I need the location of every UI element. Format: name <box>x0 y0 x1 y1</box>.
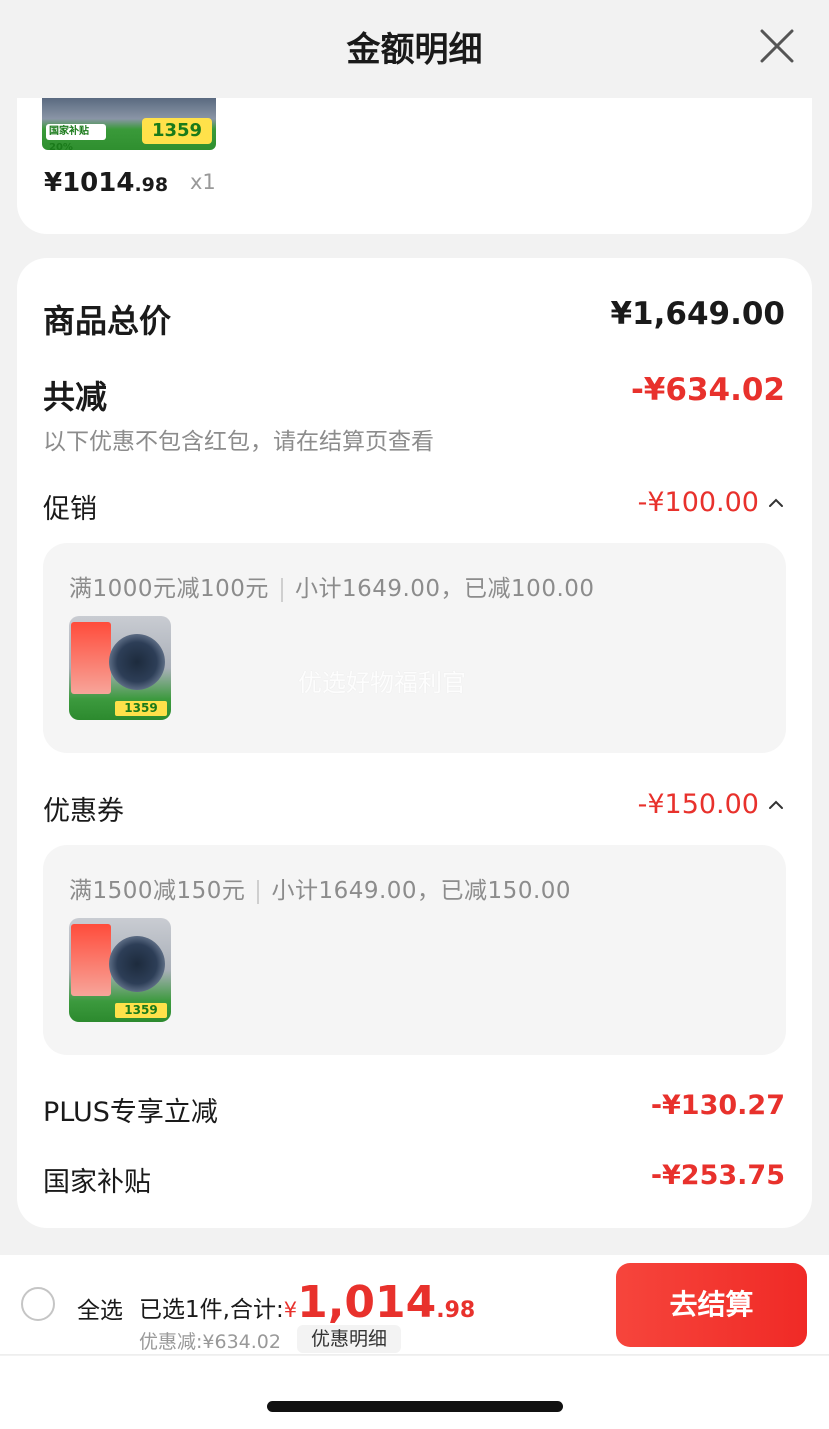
close-icon[interactable] <box>759 28 795 64</box>
coupon-rule: 满1500减150元 <box>69 878 246 904</box>
thumb-label: 国家补贴 20% <box>46 124 106 150</box>
coupon-amount: -¥150.00 <box>637 789 759 820</box>
product-price-decimal: .98 <box>134 174 169 196</box>
watermark: 优选好物福利官 <box>298 669 466 697</box>
divider <box>280 577 283 602</box>
coupon-product-image[interactable]: 1359 <box>69 918 171 1022</box>
total-summary: 已选1件,合计:¥1,014.98 <box>139 1277 475 1328</box>
product-quantity: x1 <box>190 170 216 194</box>
product-price-main: ¥1014 <box>44 168 135 198</box>
chevron-up-icon <box>767 798 785 812</box>
safe-area <box>0 1356 829 1429</box>
select-all-label[interactable]: 全选 <box>77 1291 123 1325</box>
promotion-product-image[interactable]: 1359 <box>69 616 171 720</box>
modal-title: 金额明细 <box>346 30 483 70</box>
reduce-amount: -¥634.02 <box>630 372 785 408</box>
coupon-detail: 小计1649.00，已减150.00 <box>271 878 572 904</box>
plus-label: PLUS专享立减 <box>43 1097 218 1128</box>
checkout-button[interactable]: 去结算 <box>616 1263 807 1347</box>
discount-text: 优惠减:¥634.02 <box>139 1331 281 1353</box>
promotion-toggle[interactable]: -¥100.00 <box>638 487 785 518</box>
promotion-amount: -¥100.00 <box>637 487 759 518</box>
coupon-rule-line: 满1500减150元 小计1649.00，已减150.00 <box>69 871 571 905</box>
thumb-price: 1359 <box>142 118 212 144</box>
divider <box>257 879 260 904</box>
image-decoration <box>71 622 111 694</box>
product-price: ¥1014.98 <box>44 168 168 198</box>
promotion-detail-box: 满1000元减100元 小计1649.00，已减100.00 1359 优选好物福… <box>43 543 786 753</box>
selected-text: 已选1件,合计: <box>139 1297 284 1323</box>
total-decimal: .98 <box>436 1298 476 1323</box>
total-amount: ¥1,649.00 <box>610 296 785 332</box>
plus-amount: -¥130.27 <box>650 1090 785 1121</box>
select-all-checkbox[interactable] <box>21 1287 55 1321</box>
coupon-detail-box: 满1500减150元 小计1649.00，已减150.00 1359 <box>43 845 786 1055</box>
modal-header: 金额明细 <box>0 0 829 98</box>
subsidy-label: 国家补贴 <box>43 1167 151 1198</box>
total-main: 1,014 <box>297 1277 437 1328</box>
promotion-detail: 小计1649.00，已减100.00 <box>294 576 595 602</box>
image-price-tag: 1359 <box>115 1003 167 1018</box>
currency-symbol: ¥ <box>283 1298 298 1322</box>
reduce-label: 共减 <box>43 378 108 416</box>
product-card: 国家补贴 20% 1359 ¥1014.98 x1 <box>17 98 812 234</box>
promotion-rule: 满1000元减100元 <box>69 576 269 602</box>
washer-drum <box>109 634 165 690</box>
reduce-note: 以下优惠不包含红包，请在结算页查看 <box>43 429 434 455</box>
subsidy-amount: -¥253.75 <box>650 1160 785 1191</box>
washer-drum <box>109 936 165 992</box>
checkout-bar: 全选 已选1件,合计:¥1,014.98 优惠减:¥634.02 优惠明细 去结… <box>0 1255 829 1355</box>
amount-detail-card: 商品总价 ¥1,649.00 共减 -¥634.02 以下优惠不包含红包，请在结… <box>17 258 812 1228</box>
coupon-toggle[interactable]: -¥150.00 <box>638 789 785 820</box>
coupon-label: 优惠券 <box>43 796 124 827</box>
promotion-rule-line: 满1000元减100元 小计1649.00，已减100.00 <box>69 569 595 603</box>
promotion-label: 促销 <box>43 494 97 525</box>
total-label: 商品总价 <box>43 302 172 340</box>
home-indicator[interactable] <box>267 1401 563 1412</box>
image-decoration <box>71 924 111 996</box>
chevron-up-icon <box>767 496 785 510</box>
discount-detail-button[interactable]: 优惠明细 <box>297 1325 402 1353</box>
product-thumbnail[interactable]: 国家补贴 20% 1359 <box>42 98 216 150</box>
image-price-tag: 1359 <box>115 701 167 716</box>
